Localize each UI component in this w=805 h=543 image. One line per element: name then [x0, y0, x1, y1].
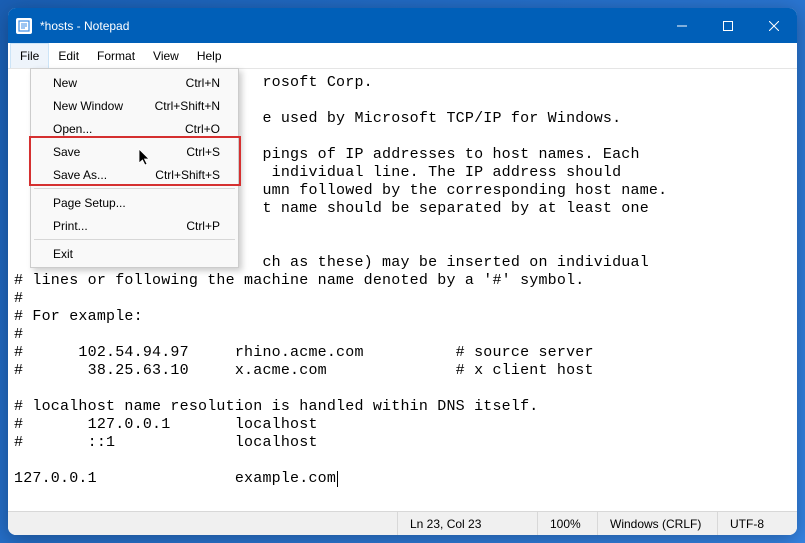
notepad-window: *hosts - Notepad File Edit Format View H…	[8, 8, 797, 535]
menu-item-print[interactable]: Print... Ctrl+P	[33, 214, 236, 237]
status-zoom[interactable]: 100%	[537, 512, 597, 535]
menu-item-save-as[interactable]: Save As... Ctrl+Shift+S	[33, 163, 236, 186]
status-bar: Ln 23, Col 23 100% Windows (CRLF) UTF-8	[8, 511, 797, 535]
status-encoding: UTF-8	[717, 512, 797, 535]
menu-bar[interactable]: File Edit Format View Help	[8, 43, 797, 69]
menu-item-open[interactable]: Open... Ctrl+O	[33, 117, 236, 140]
menu-file[interactable]: File	[10, 43, 49, 68]
notepad-icon	[16, 18, 32, 34]
menu-item-label: Save As...	[53, 168, 107, 182]
menu-item-label: Open...	[53, 122, 92, 136]
close-button[interactable]	[751, 8, 797, 43]
menu-item-label: Exit	[53, 247, 73, 261]
menu-view[interactable]: View	[144, 43, 188, 68]
menu-item-new[interactable]: New Ctrl+N	[33, 71, 236, 94]
menu-item-exit[interactable]: Exit	[33, 242, 236, 265]
menu-separator	[34, 188, 235, 189]
menu-item-shortcut: Ctrl+P	[186, 219, 220, 233]
menu-item-label: New	[53, 76, 77, 90]
menu-item-shortcut: Ctrl+Shift+N	[155, 99, 220, 113]
window-controls	[659, 8, 797, 43]
maximize-button[interactable]	[705, 8, 751, 43]
menu-item-shortcut: Ctrl+S	[186, 145, 220, 159]
menu-separator	[34, 239, 235, 240]
menu-format[interactable]: Format	[88, 43, 144, 68]
menu-item-shortcut: Ctrl+O	[185, 122, 220, 136]
menu-help[interactable]: Help	[188, 43, 231, 68]
menu-item-label: New Window	[53, 99, 123, 113]
menu-item-page-setup[interactable]: Page Setup...	[33, 191, 236, 214]
menu-item-save[interactable]: Save Ctrl+S	[33, 140, 236, 163]
menu-item-shortcut: Ctrl+N	[186, 76, 220, 90]
menu-item-shortcut: Ctrl+Shift+S	[155, 168, 220, 182]
menu-item-new-window[interactable]: New Window Ctrl+Shift+N	[33, 94, 236, 117]
window-title: *hosts - Notepad	[40, 19, 129, 33]
status-spacer	[8, 512, 397, 535]
menu-edit[interactable]: Edit	[49, 43, 88, 68]
menu-item-label: Page Setup...	[53, 196, 126, 210]
title-bar[interactable]: *hosts - Notepad	[8, 8, 797, 43]
menu-item-label: Print...	[53, 219, 88, 233]
status-caret-position: Ln 23, Col 23	[397, 512, 537, 535]
menu-item-label: Save	[53, 145, 80, 159]
status-line-ending: Windows (CRLF)	[597, 512, 717, 535]
minimize-button[interactable]	[659, 8, 705, 43]
file-menu-dropdown: New Ctrl+N New Window Ctrl+Shift+N Open...…	[30, 68, 239, 268]
